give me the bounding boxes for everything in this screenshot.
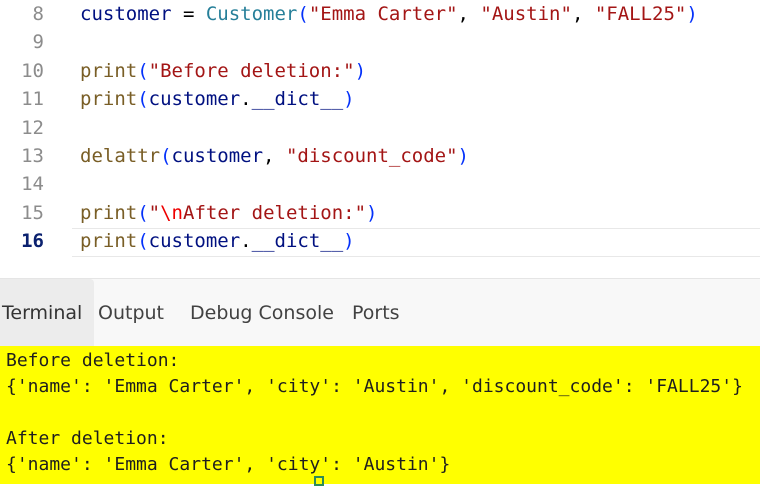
terminal-output[interactable]: Before deletion: {'name': 'Emma Carter',… — [0, 346, 760, 484]
tab-ports[interactable]: Ports — [352, 279, 400, 347]
code-text[interactable]: customer = Customer("Emma Carter", "Aust… — [80, 0, 698, 28]
code-text[interactable]: print(customer.__dict__) — [80, 227, 355, 255]
line-number: 12 — [21, 116, 44, 139]
code-token: ( — [137, 88, 149, 111]
code-text[interactable]: print("Before deletion:") — [80, 57, 366, 85]
line-number: 16 — [21, 230, 44, 253]
code-token: customer — [80, 3, 172, 25]
code-token: ( — [297, 3, 309, 25]
code-token: print — [80, 59, 138, 82]
code-token: ( — [137, 230, 149, 253]
terminal-line: After deletion: — [6, 428, 169, 449]
code-token: . — [240, 88, 252, 111]
code-token: ) — [343, 88, 355, 111]
tab-output[interactable]: Output — [98, 279, 164, 347]
tab-terminal[interactable]: Terminal — [0, 279, 95, 347]
code-token: , — [263, 145, 286, 167]
code-token: ) — [686, 3, 698, 25]
code-text[interactable]: print(customer.__dict__) — [80, 85, 355, 113]
code-token: . — [240, 230, 252, 253]
code-token: print — [80, 88, 138, 111]
code-token: ( — [160, 145, 172, 167]
line-number: 9 — [32, 31, 44, 54]
code-token: ( — [137, 59, 149, 82]
code-token: Customer — [205, 3, 298, 25]
code-token: ) — [354, 59, 367, 82]
code-token: ( — [137, 201, 149, 224]
code-token: "FALL25" — [594, 3, 687, 25]
line-number: 11 — [21, 88, 44, 111]
code-token: ) — [457, 145, 469, 167]
code-token: __dict__ — [251, 230, 344, 253]
code-token: customer — [171, 145, 264, 167]
code-token: " — [148, 201, 161, 224]
code-token: "Before deletion:" — [148, 59, 355, 82]
terminal-line: {'name': 'Emma Carter', 'city': 'Austin'… — [6, 454, 451, 475]
code-token: = — [171, 3, 206, 25]
code-token: customer — [148, 230, 241, 253]
code-token: customer — [148, 88, 241, 111]
code-token: \n — [160, 201, 183, 224]
terminal-line: {'name': 'Emma Carter', 'city': 'Austin'… — [6, 376, 743, 397]
code-token: "Emma Carter" — [308, 3, 458, 25]
line-number: 15 — [21, 201, 44, 224]
terminal-cursor — [314, 476, 324, 486]
terminal-line: Before deletion: — [6, 350, 180, 371]
line-number: 8 — [32, 3, 44, 25]
code-editor[interactable]: 8 customer = Customer("Emma Carter", "Aus… — [0, 0, 760, 278]
code-token: , — [571, 3, 595, 25]
code-token: ) — [366, 201, 378, 224]
code-token: ) — [343, 230, 355, 253]
code-token: "Austin" — [480, 3, 572, 25]
code-token: After deletion:" — [183, 201, 367, 224]
code-token: delattr — [80, 145, 161, 167]
tab-debug-console[interactable]: Debug Console — [190, 279, 334, 347]
code-token: __dict__ — [251, 88, 344, 111]
line-number: 14 — [21, 173, 44, 196]
code-token: "discount_code" — [285, 145, 458, 167]
code-text[interactable]: print("\nAfter deletion:") — [80, 199, 377, 227]
panel-tab-bar: Terminal Output Debug Console Ports — [0, 278, 760, 347]
line-number: 10 — [21, 59, 44, 82]
code-token: , — [457, 3, 481, 25]
code-token: print — [80, 230, 138, 253]
code-text[interactable]: delattr(customer, "discount_code") — [80, 142, 469, 170]
code-token: print — [80, 201, 138, 224]
line-number: 13 — [21, 145, 44, 167]
